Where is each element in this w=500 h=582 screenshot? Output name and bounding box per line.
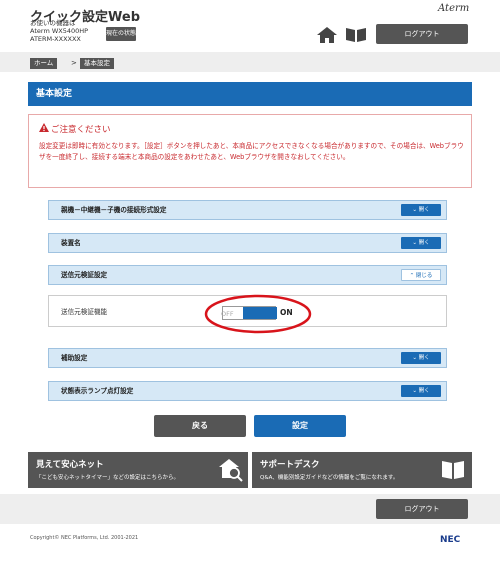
breadcrumb-separator: > [71, 59, 77, 67]
manual-book-icon[interactable] [344, 27, 368, 43]
card-subtitle: Q&A、機能別設定ガイドなどの情報をご覧になれます。 [260, 475, 399, 481]
collapse-button[interactable]: ⌃ 閉じる [401, 269, 441, 281]
accordion-label: 補助設定 [61, 354, 88, 362]
device-id: ATERM-XXXXXX [30, 35, 81, 43]
copyright: Copyright© NEC Platforms, Ltd. 2001-2021 [30, 535, 139, 541]
notice-title: ご注意ください [39, 123, 111, 135]
expand-button[interactable]: ⌄ 開く [401, 352, 441, 364]
source-verify-label: 送信元検証機能 [61, 308, 108, 316]
card-title: サポートデスク [260, 460, 320, 470]
card-title: 見えて安心ネット [36, 460, 104, 470]
accordion-label: 送信元検証設定 [61, 271, 108, 279]
breadcrumb-current: 基本設定 [80, 58, 114, 69]
book-icon [442, 461, 464, 479]
card-subtitle: 「こども安心ネットタイマー」などの設定はこちらから。 [36, 475, 180, 481]
warning-icon [39, 123, 49, 132]
accordion-label: 親機－中継機－子機の接続形式設定 [61, 206, 167, 214]
home-icon[interactable] [316, 26, 338, 44]
device-label: お使いの機器は [30, 19, 76, 27]
notice-title-text: ご注意ください [51, 125, 111, 135]
home-search-icon [219, 459, 243, 482]
notice-text: 設定変更は即時に有効となります。［設定］ボタンを押したあと、本商品にアクセスでき… [39, 142, 464, 161]
expand-button[interactable]: ⌄ 開く [401, 237, 441, 249]
logout-button-bottom[interactable]: ログアウト [376, 499, 468, 519]
device-info: お使いの機器は Aterm WX5400HP ATERM-XXXXXX [30, 19, 88, 43]
current-status-button[interactable]: 現在の状態 [106, 27, 136, 41]
expand-button[interactable]: ⌄ 開く [401, 385, 441, 397]
card-support-desk[interactable]: サポートデスク Q&A、機能別設定ガイドなどの情報をご覧になれます。 [252, 452, 472, 488]
accordion-label: 装置名 [61, 239, 81, 247]
accordion-source-verify[interactable]: 送信元検証設定 ⌃ 閉じる [48, 265, 447, 285]
highlight-ring [204, 294, 312, 334]
accordion-status-lamp[interactable]: 状態表示ランプ点灯設定 ⌄ 開く [48, 381, 447, 401]
page-title: 基本設定 [28, 82, 472, 106]
breadcrumb-home[interactable]: ホーム [30, 58, 58, 69]
nec-logo: NEC [440, 535, 461, 545]
accordion-label: 状態表示ランプ点灯設定 [61, 387, 134, 395]
device-model: Aterm WX5400HP [30, 27, 89, 35]
accordion-auxiliary[interactable]: 補助設定 ⌄ 開く [48, 348, 447, 368]
logout-button[interactable]: ログアウト [376, 24, 468, 44]
notice-box: ご注意ください 設定変更は即時に有効となります。［設定］ボタンを押したあと、本商… [28, 114, 472, 188]
accordion-device-name[interactable]: 装置名 ⌄ 開く [48, 233, 447, 253]
back-button[interactable]: 戻る [154, 415, 246, 437]
set-button[interactable]: 設定 [254, 415, 346, 437]
card-mieru-anshin[interactable]: 見えて安心ネット 「こども安心ネットタイマー」などの設定はこちらから。 [28, 452, 248, 488]
brand-logo: Aterm [438, 3, 470, 14]
accordion-connection-type[interactable]: 親機－中継機－子機の接続形式設定 ⌄ 開く [48, 200, 447, 220]
expand-button[interactable]: ⌄ 開く [401, 204, 441, 216]
header: クイック設定Web お使いの機器は Aterm WX5400HP ATERM-X… [0, 0, 500, 52]
